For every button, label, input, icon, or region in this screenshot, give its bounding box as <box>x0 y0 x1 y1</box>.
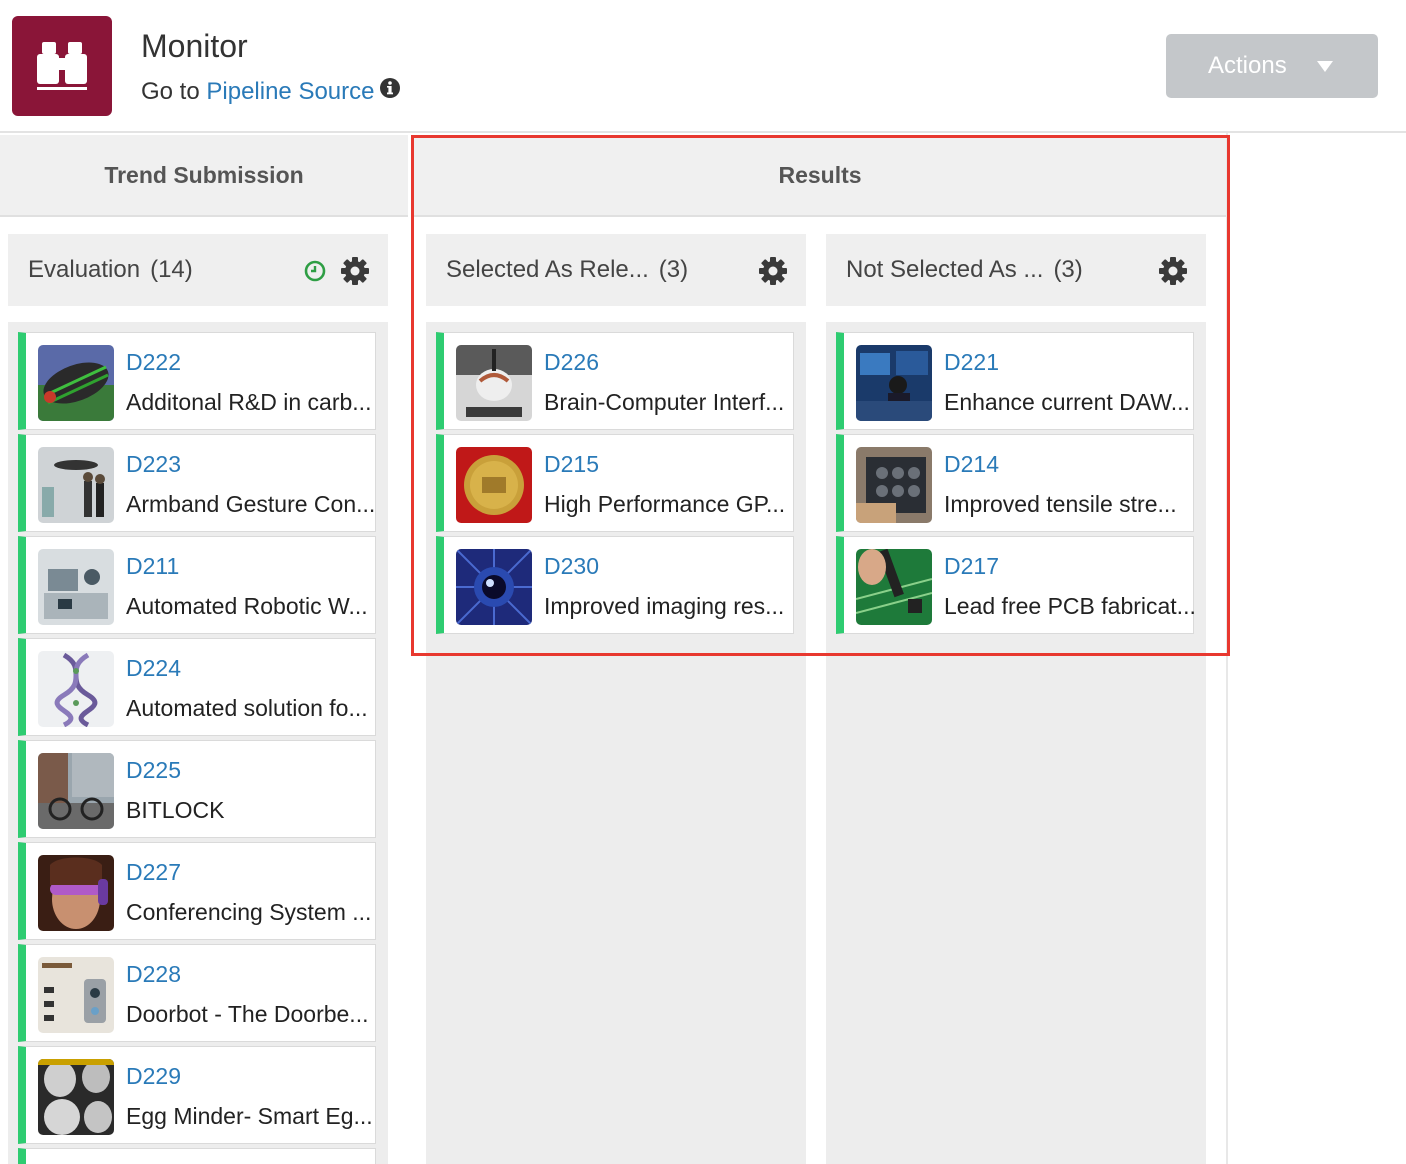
idea-code[interactable]: D227 <box>126 859 181 886</box>
idea-thumbnail <box>856 345 932 421</box>
idea-card-partial[interactable] <box>18 1148 376 1164</box>
idea-card[interactable]: D211 Automated Robotic W... <box>18 536 376 634</box>
gear-icon[interactable] <box>340 256 370 286</box>
idea-code[interactable]: D224 <box>126 655 181 682</box>
idea-thumbnail <box>456 447 532 523</box>
idea-thumbnail <box>38 549 114 625</box>
idea-name: Egg Minder- Smart Eg... <box>126 1103 373 1129</box>
idea-name: Additonal R&D in carb... <box>126 389 372 415</box>
idea-name: Improved tensile stre... <box>944 491 1177 517</box>
caret-down-icon <box>1316 60 1333 72</box>
actions-label: Actions <box>1208 52 1287 79</box>
clock-icon[interactable] <box>304 260 326 282</box>
idea-name: Automated Robotic W... <box>126 593 368 619</box>
app-logo <box>12 16 112 116</box>
idea-thumbnail <box>856 447 932 523</box>
column-title: Selected As Rele... <box>446 256 649 283</box>
idea-code[interactable]: D225 <box>126 757 181 784</box>
column-header-not-selected: Not Selected As ... (3) <box>826 234 1206 306</box>
idea-name: Improved imaging res... <box>544 593 785 619</box>
idea-thumbnail <box>856 549 932 625</box>
idea-card[interactable]: D215 High Performance GP... <box>436 434 794 532</box>
idea-code[interactable]: D228 <box>126 961 181 988</box>
column-count: (3) <box>1053 256 1083 283</box>
column-count: (14) <box>150 256 193 283</box>
idea-code[interactable]: D226 <box>544 349 599 376</box>
idea-code[interactable]: D222 <box>126 349 181 376</box>
idea-code[interactable]: D221 <box>944 349 999 376</box>
binoculars-icon <box>37 42 87 90</box>
goto-label: Go to <box>141 78 200 105</box>
stage-divider <box>1226 133 1228 1164</box>
idea-name: Automated solution fo... <box>126 695 368 721</box>
column-header-evaluation: Evaluation (14) <box>8 234 388 306</box>
idea-code[interactable]: D230 <box>544 553 599 580</box>
idea-name: Brain-Computer Interf... <box>544 389 785 415</box>
page-title: Monitor <box>141 28 248 64</box>
idea-code[interactable]: D229 <box>126 1063 181 1090</box>
idea-name: Conferencing System ... <box>126 899 372 925</box>
idea-thumbnail <box>38 447 114 523</box>
column-title: Not Selected As ... <box>846 256 1044 283</box>
idea-name: Doorbot - The Doorbe... <box>126 1001 369 1027</box>
idea-thumbnail <box>456 549 532 625</box>
idea-card[interactable]: D224 Automated solution fo... <box>18 638 376 736</box>
idea-name: Enhance current DAW... <box>944 389 1190 415</box>
idea-thumbnail <box>38 855 114 931</box>
idea-thumbnail <box>38 345 114 421</box>
idea-card[interactable]: D225 BITLOCK <box>18 740 376 838</box>
idea-card[interactable]: D227 Conferencing System ... <box>18 842 376 940</box>
idea-name: High Performance GP... <box>544 491 786 517</box>
column-header-selected: Selected As Rele... (3) <box>426 234 806 306</box>
column-body-evaluation: D222 Additonal R&D in carb... D223 Armba… <box>8 322 388 1164</box>
idea-thumbnail <box>38 1059 114 1135</box>
idea-card[interactable]: D223 Armband Gesture Con... <box>18 434 376 532</box>
column-body-not-selected: D221 Enhance current DAW... D214 Improve… <box>826 322 1206 1164</box>
pipeline-source-line: Go to Pipeline Source <box>141 77 401 106</box>
actions-dropdown-button[interactable]: Actions <box>1166 34 1378 98</box>
idea-code[interactable]: D214 <box>944 451 999 478</box>
column-count: (3) <box>658 256 689 283</box>
info-icon[interactable] <box>380 77 401 105</box>
idea-name: Armband Gesture Con... <box>126 491 376 517</box>
group-results: Results <box>414 135 1226 217</box>
idea-card[interactable]: D222 Additonal R&D in carb... <box>18 332 376 430</box>
idea-name: BITLOCK <box>126 797 225 823</box>
idea-card[interactable]: D221 Enhance current DAW... <box>836 332 1194 430</box>
idea-card[interactable]: D230 Improved imaging res... <box>436 536 794 634</box>
group-trend-submission: Trend Submission <box>0 135 408 217</box>
idea-thumbnail <box>38 957 114 1033</box>
page-header: Monitor Go to Pipeline Source Actions <box>0 0 1406 133</box>
idea-thumbnail <box>38 651 114 727</box>
idea-thumbnail <box>38 753 114 829</box>
idea-code[interactable]: D211 <box>126 553 179 580</box>
idea-code[interactable]: D223 <box>126 451 181 478</box>
idea-card[interactable]: D226 Brain-Computer Interf... <box>436 332 794 430</box>
idea-thumbnail <box>456 345 532 421</box>
idea-card[interactable]: D214 Improved tensile stre... <box>836 434 1194 532</box>
column-title: Evaluation <box>28 256 141 283</box>
idea-card[interactable]: D229 Egg Minder- Smart Eg... <box>18 1046 376 1144</box>
gear-icon[interactable] <box>758 256 788 286</box>
gear-icon[interactable] <box>1158 256 1188 286</box>
idea-code[interactable]: D217 <box>944 553 999 580</box>
idea-card[interactable]: D217 Lead free PCB fabricat... <box>836 536 1196 634</box>
idea-card[interactable]: D228 Doorbot - The Doorbe... <box>18 944 376 1042</box>
idea-code[interactable]: D215 <box>544 451 599 478</box>
idea-name: Lead free PCB fabricat... <box>944 593 1196 619</box>
pipeline-source-link[interactable]: Pipeline Source <box>206 78 374 105</box>
column-body-selected: D226 Brain-Computer Interf... D215 High … <box>426 322 806 1164</box>
